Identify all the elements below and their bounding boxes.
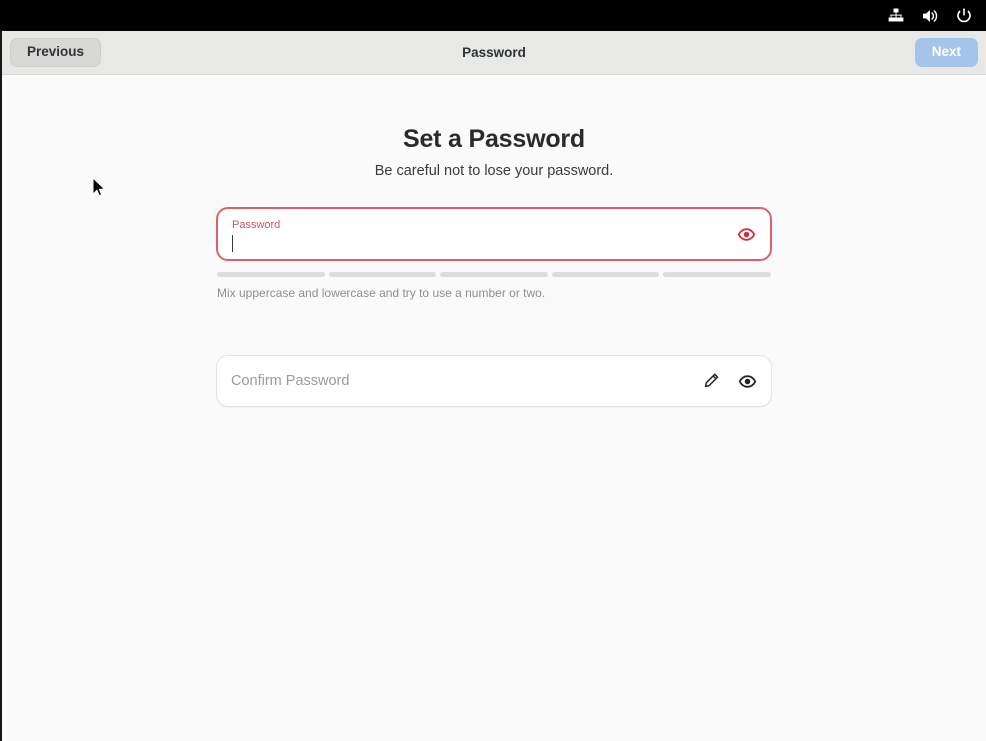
pencil-icon[interactable] xyxy=(701,371,721,391)
confirm-password-placeholder: Confirm Password xyxy=(231,373,350,389)
password-field-label: Password xyxy=(232,218,281,231)
mouse-cursor xyxy=(92,176,106,199)
initial-setup-window: Previous Password Next Set a Password Be… xyxy=(0,31,986,741)
password-entry-body: Password xyxy=(232,209,736,259)
strength-segment xyxy=(440,272,548,277)
page-title-headerbar: Password xyxy=(462,45,526,60)
password-form: Password Mix uppercase and lowercase and… xyxy=(216,179,772,407)
password-input[interactable] xyxy=(232,235,736,253)
header-right-group: Next xyxy=(914,38,978,67)
password-strength-meter xyxy=(216,272,772,277)
strength-segment xyxy=(217,272,325,277)
confirm-password-entry-row[interactable]: Confirm Password xyxy=(216,355,772,407)
text-caret xyxy=(232,235,233,252)
confirm-entry-body: Confirm Password xyxy=(231,356,701,406)
confirm-password-reveal-eye-icon[interactable] xyxy=(737,371,757,391)
previous-button[interactable]: Previous xyxy=(10,38,102,67)
password-reveal-eye-icon[interactable] xyxy=(736,224,756,244)
password-hint-text: Mix uppercase and lowercase and try to u… xyxy=(217,286,546,300)
header-left-group: Previous xyxy=(10,38,102,67)
confirm-entry-actions xyxy=(701,371,757,391)
page-content: Set a Password Be careful not to lose yo… xyxy=(2,75,986,741)
password-entry-actions xyxy=(736,224,756,244)
confirm-password-input[interactable]: Confirm Password xyxy=(231,372,701,390)
header-bar: Previous Password Next xyxy=(2,31,986,75)
form-spacer xyxy=(216,300,772,355)
password-entry-row[interactable]: Password xyxy=(216,207,772,261)
volume-icon[interactable] xyxy=(920,6,940,26)
next-button[interactable]: Next xyxy=(914,38,978,67)
system-top-bar xyxy=(0,0,986,31)
power-icon[interactable] xyxy=(954,6,974,26)
page-subtitle: Be careful not to lose your password. xyxy=(374,163,614,179)
strength-segment xyxy=(663,272,771,277)
page-title: Set a Password xyxy=(402,125,585,153)
strength-segment xyxy=(551,272,660,277)
wired-network-icon[interactable] xyxy=(886,6,906,26)
strength-segment xyxy=(328,272,437,277)
